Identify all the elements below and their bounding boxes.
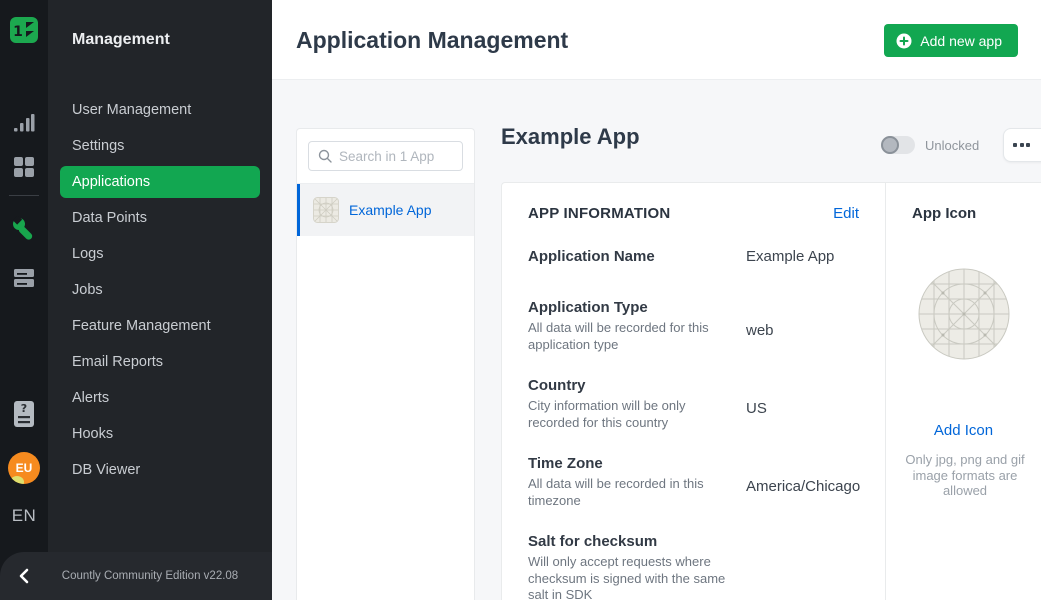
ellipsis-icon — [1013, 143, 1030, 147]
field-value — [746, 554, 859, 600]
application-management-page: 1 — [0, 0, 1041, 600]
app-list-item-selected[interactable]: Example App — [297, 184, 474, 236]
add-new-app-label: Add new app — [920, 33, 1002, 49]
app-list-item-label: Example App — [349, 202, 432, 218]
field-description: City information will be only recorded f… — [528, 398, 733, 431]
avatar-sliver — [10, 476, 24, 484]
server-icon — [13, 266, 35, 290]
app-information-title: APP INFORMATION — [528, 205, 670, 222]
sidebar-menu-panel: Management User Management Settings Appl… — [48, 0, 272, 600]
field-label: Application Name — [528, 246, 746, 267]
sidebar-footer: Countly Community Edition v22.08 — [0, 552, 272, 600]
app-information-header: APP INFORMATION Edit — [528, 205, 859, 222]
sidebar-item-applications[interactable]: Applications — [60, 166, 260, 198]
svg-text:?: ? — [21, 402, 27, 415]
app-icon-placeholder-image — [918, 268, 1010, 360]
app-search-input[interactable] — [339, 149, 449, 164]
lock-toggle-knob — [881, 136, 899, 154]
field-label: Application Type — [528, 297, 746, 318]
field-value: America/Chicago — [746, 476, 860, 509]
sidebar-item-logs[interactable]: Logs — [48, 236, 272, 272]
sidebar-item-feature-management[interactable]: Feature Management — [48, 308, 272, 344]
page-header: Application Management Add new app — [272, 0, 1041, 80]
page-title: Application Management — [296, 27, 568, 54]
app-icon-section: App Icon — [885, 183, 1041, 600]
language-selector[interactable]: EN — [0, 506, 48, 526]
field-label: Country — [528, 375, 746, 396]
analytics-nav-item[interactable] — [0, 112, 48, 134]
lock-toggle[interactable] — [881, 136, 915, 154]
field-application-name: Application Name Example App — [528, 246, 859, 267]
language-label: EN — [12, 506, 37, 526]
countly-logo-icon: 1 — [9, 14, 39, 46]
help-center-item[interactable]: ? — [0, 400, 48, 428]
sidebar-item-settings[interactable]: Settings — [48, 128, 272, 164]
search-icon — [318, 149, 332, 163]
field-value: Example App — [746, 246, 859, 267]
field-value: web — [746, 320, 859, 353]
app-list-panel: Example App — [296, 128, 475, 600]
lock-toggle-group: Unlocked — [881, 136, 979, 154]
field-label: Time Zone — [528, 453, 746, 474]
dashboards-nav-item[interactable] — [0, 156, 48, 178]
countly-logo[interactable]: 1 — [0, 14, 48, 46]
sidebar-item-jobs[interactable]: Jobs — [48, 272, 272, 308]
avatar-initials: EU — [16, 461, 33, 475]
content-area: Example App Example App Unlocked APP INF… — [272, 80, 1041, 600]
app-icon-hint: Only jpg, png and gif image formats are … — [902, 452, 1028, 499]
version-label: Countly Community Edition v22.08 — [48, 570, 272, 582]
app-icon-placeholder — [918, 268, 1010, 360]
field-description: All data will be recorded for this appli… — [528, 320, 733, 353]
field-label: Salt for checksum — [528, 531, 746, 552]
data-manager-nav-item[interactable] — [0, 266, 48, 290]
add-new-app-button[interactable]: Add new app — [884, 24, 1018, 57]
help-icon: ? — [12, 400, 36, 428]
plus-circle-icon — [896, 33, 912, 49]
field-description: Will only accept requests where checksum… — [528, 554, 733, 600]
grid-icon — [13, 156, 35, 178]
more-options-button[interactable] — [1003, 128, 1041, 162]
add-icon-link[interactable]: Add Icon — [902, 422, 1025, 439]
field-salt-for-checksum: Salt for checksum Will only accept reque… — [528, 531, 859, 600]
wrench-icon — [11, 216, 37, 242]
edit-link[interactable]: Edit — [833, 205, 859, 222]
rail-divider — [9, 195, 39, 196]
app-detail-card: APP INFORMATION Edit Application Name Ex… — [501, 182, 1041, 600]
app-search-box — [308, 141, 463, 171]
app-detail-title: Example App — [501, 124, 640, 150]
bar-chart-icon — [13, 112, 35, 134]
sidebar-item-user-management[interactable]: User Management — [48, 92, 272, 128]
field-time-zone: Time Zone All data will be recorded in t… — [528, 453, 859, 509]
app-information-section: APP INFORMATION Edit Application Name Ex… — [502, 183, 885, 600]
lock-state-label: Unlocked — [925, 138, 979, 153]
app-search-wrap — [297, 129, 474, 184]
field-application-type: Application Type All data will be record… — [528, 297, 859, 353]
sidebar-icon-rail: 1 — [0, 0, 48, 600]
sidebar-section-title: Management — [72, 31, 170, 49]
collapse-sidebar-button[interactable] — [0, 568, 48, 584]
field-value: US — [746, 398, 859, 431]
sidebar-item-alerts[interactable]: Alerts — [48, 380, 272, 416]
sidebar-menu: User Management Settings Applications Da… — [48, 92, 272, 488]
sidebar-item-hooks[interactable]: Hooks — [48, 416, 272, 452]
user-avatar[interactable]: EU — [0, 452, 48, 484]
sidebar-item-email-reports[interactable]: Email Reports — [48, 344, 272, 380]
field-country: Country City information will be only re… — [528, 375, 859, 431]
field-description: All data will be recorded in this timezo… — [528, 476, 733, 509]
sidebar-item-db-viewer[interactable]: DB Viewer — [48, 452, 272, 488]
svg-text:1: 1 — [13, 24, 23, 40]
app-icon-title: App Icon — [902, 205, 1025, 222]
management-nav-item-active[interactable] — [0, 216, 48, 242]
sidebar-item-data-points[interactable]: Data Points — [48, 200, 272, 236]
chevron-left-icon — [18, 568, 30, 584]
app-placeholder-icon — [313, 197, 339, 223]
